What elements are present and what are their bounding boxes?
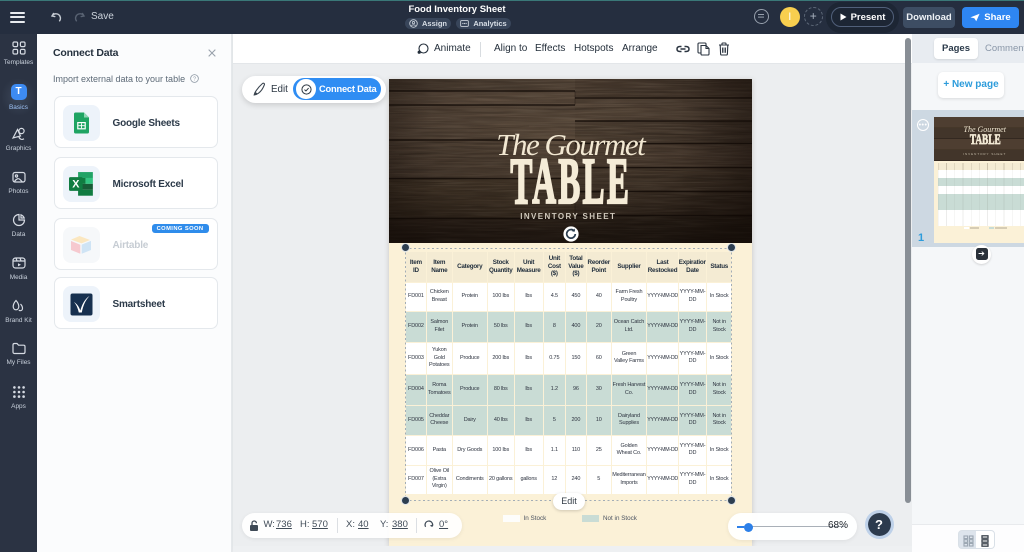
svg-text:X: X [72, 179, 80, 191]
svg-text:?: ? [193, 76, 196, 82]
